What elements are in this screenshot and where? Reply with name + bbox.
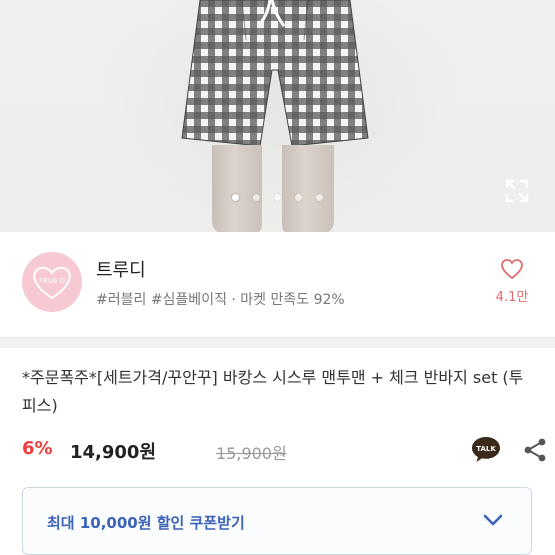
heart-icon[interactable] [500, 258, 524, 280]
model-leg-left [212, 145, 262, 232]
like-button[interactable]: 4.1만 [490, 258, 534, 305]
product-title: *주문폭주*[세트가격/꾸안꾸] 바캉스 시스루 맨투맨 + 체크 반바지 se… [22, 368, 524, 415]
section-divider [0, 337, 555, 348]
carousel-dot[interactable] [295, 194, 302, 201]
discount-rate: 6% [22, 438, 53, 459]
heart-logo-icon: TRUE D [33, 266, 71, 300]
coupon-label: 최대 10,000원 할인 쿠폰받기 [47, 514, 245, 532]
original-price: 15,900원 [216, 444, 287, 463]
chevron-down-icon [483, 514, 503, 526]
carousel-dot[interactable] [253, 194, 260, 201]
gingham-shorts-image [181, 0, 369, 147]
seller-info: TRUE D 트루디 #러블리 #심플베이직 · 마켓 만족도 92% 4.1만 [0, 232, 555, 337]
product-image[interactable] [0, 0, 555, 232]
expand-icon[interactable] [504, 178, 530, 204]
svg-text:TALK: TALK [476, 445, 496, 453]
coupon-button[interactable]: 최대 10,000원 할인 쿠폰받기 [22, 487, 532, 555]
carousel-dot[interactable] [232, 194, 239, 201]
seller-tags: #러블리 #심플베이직 · 마켓 만족도 92% [96, 292, 345, 308]
kakaotalk-icon[interactable]: TALK [470, 435, 502, 463]
carousel-dot[interactable] [274, 194, 281, 201]
price-row: 6% 14,900원 15,900원 TALK [22, 435, 546, 468]
seller-avatar[interactable]: TRUE D [22, 252, 82, 312]
carousel-dot[interactable] [316, 194, 323, 201]
like-count: 4.1만 [495, 290, 529, 305]
share-icon[interactable] [522, 437, 548, 463]
model-leg-right [282, 145, 334, 232]
seller-name[interactable]: 트루디 [96, 256, 146, 282]
carousel-indicator [0, 194, 555, 206]
sale-price: 14,900원 [70, 442, 157, 463]
svg-text:TRUE D: TRUE D [38, 277, 65, 285]
